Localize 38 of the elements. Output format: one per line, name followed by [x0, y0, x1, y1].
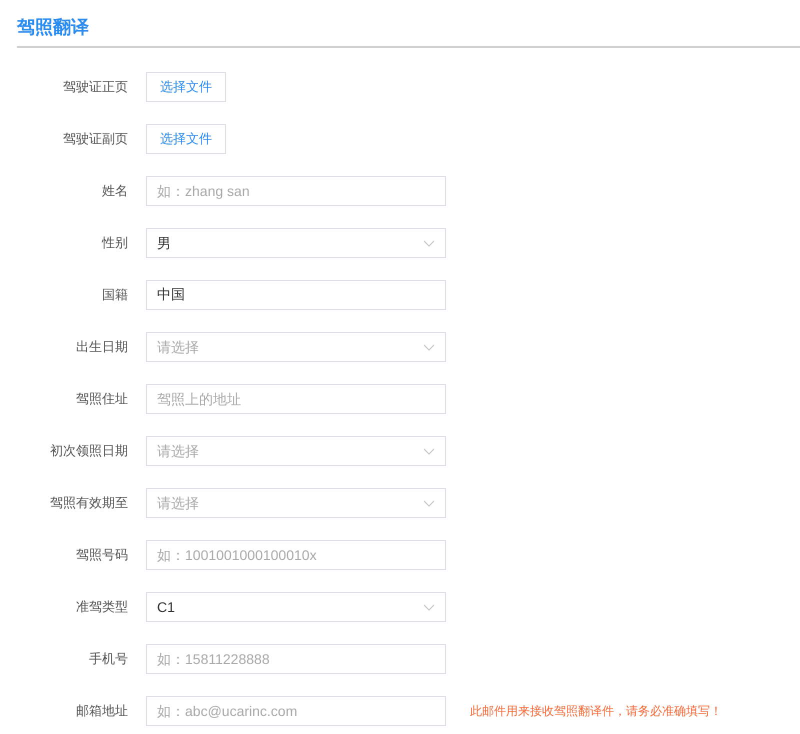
- chevron-down-icon: [423, 604, 435, 610]
- text-field[interactable]: 中国: [146, 280, 446, 310]
- email-hint: 此邮件用来接收驾照翻译件，请务必准确填写！: [470, 703, 722, 720]
- field-label: 准驾类型: [75, 598, 128, 616]
- chevron-down-icon: [423, 448, 435, 454]
- select-field[interactable]: 请选择: [146, 488, 446, 518]
- select-field[interactable]: C1: [146, 592, 446, 622]
- select-placeholder: 请选择: [157, 494, 199, 512]
- choose-file-button[interactable]: 选择文件: [146, 72, 226, 102]
- field-label: 驾驶证副页: [62, 130, 128, 148]
- field-label: 驾驶证正页: [62, 78, 128, 96]
- select-value: C1: [157, 598, 175, 616]
- select-field[interactable]: 请选择: [146, 436, 446, 466]
- text-field[interactable]: 如：zhang san: [146, 176, 446, 206]
- select-placeholder: 请选择: [157, 442, 199, 460]
- field-label: 出生日期: [75, 338, 128, 356]
- chevron-down-icon: [423, 500, 435, 506]
- select-value: 男: [157, 234, 171, 252]
- select-placeholder: 请选择: [157, 338, 199, 356]
- chevron-down-icon: [423, 344, 435, 350]
- select-field[interactable]: 请选择: [146, 332, 446, 362]
- text-field[interactable]: 驾照上的地址: [146, 384, 446, 414]
- field-label: 姓名: [101, 182, 128, 200]
- field-label: 驾照住址: [75, 390, 128, 408]
- field-label: 驾照有效期至: [49, 494, 128, 512]
- select-field[interactable]: 男: [146, 228, 446, 258]
- field-label: 性别: [100, 234, 128, 252]
- field-label: 驾照号码: [75, 546, 128, 564]
- field-label: 手机号: [88, 650, 128, 668]
- choose-file-button[interactable]: 选择文件: [146, 124, 226, 154]
- text-field[interactable]: 如：abc@ucarinc.com: [146, 696, 446, 726]
- text-field[interactable]: 如：15811228888: [146, 644, 446, 674]
- field-label: 初次领照日期: [49, 442, 128, 460]
- text-field[interactable]: 如：1001001000100010x: [146, 540, 446, 570]
- chevron-down-icon: [423, 240, 435, 246]
- page-title: 驾照翻译: [17, 16, 89, 38]
- field-label: 邮箱地址: [75, 702, 128, 720]
- field-label: 国籍: [101, 286, 128, 304]
